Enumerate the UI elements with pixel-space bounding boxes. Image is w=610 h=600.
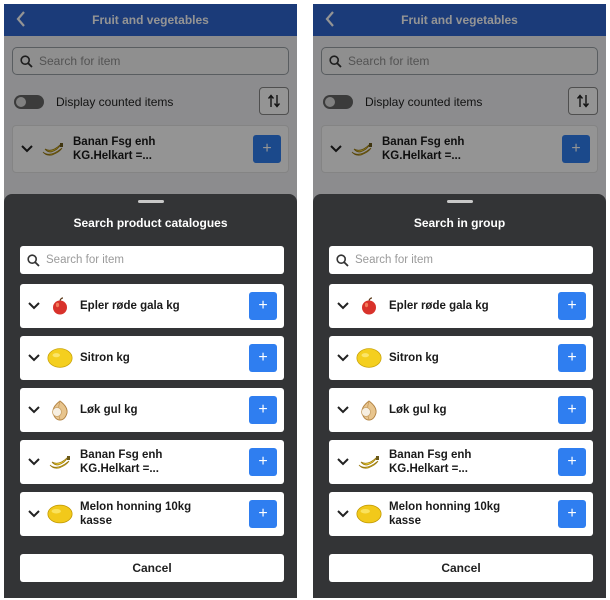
list-item[interactable]: Banan Fsg enh KG.Helkart =... + xyxy=(329,440,593,484)
add-button[interactable]: + xyxy=(558,500,586,528)
chevron-down-icon[interactable] xyxy=(335,350,351,366)
chevron-down-icon[interactable] xyxy=(26,454,42,470)
chevron-down-icon[interactable] xyxy=(335,454,351,470)
list-item[interactable]: Løk gul kg + xyxy=(20,388,284,432)
sheet-title: Search product catalogues xyxy=(73,216,228,230)
onion-icon xyxy=(355,396,383,424)
product-name: Melon honning 10kg kasse xyxy=(80,501,192,527)
search-icon xyxy=(20,253,46,267)
add-button[interactable]: + xyxy=(249,448,277,476)
add-button[interactable]: + xyxy=(558,396,586,424)
onion-icon xyxy=(46,396,74,424)
lemon-icon xyxy=(46,344,74,372)
list-item[interactable]: Melon honning 10kg kasse + xyxy=(20,492,284,536)
list-item[interactable]: Sitron kg + xyxy=(329,336,593,380)
product-name: Epler røde gala kg xyxy=(80,300,180,312)
product-name: Banan Fsg enh KG.Helkart =... xyxy=(389,449,472,475)
cancel-button[interactable]: Cancel xyxy=(20,554,284,582)
plus-icon: + xyxy=(258,505,268,522)
melon-icon xyxy=(355,500,383,528)
bottom-sheet: Search product catalogues Search for ite… xyxy=(4,194,297,598)
plus-icon: + xyxy=(258,401,268,418)
product-name: Sitron kg xyxy=(389,352,439,364)
list-item[interactable]: Banan Fsg enh KG.Helkart =... + xyxy=(20,440,284,484)
chevron-down-icon[interactable] xyxy=(335,298,351,314)
phone-screen-left: Fruit and vegetables Search for item Dis… xyxy=(4,4,297,598)
product-name: Løk gul kg xyxy=(389,404,447,416)
sheet-search-input[interactable]: Search for item xyxy=(329,246,593,274)
apple-icon xyxy=(355,292,383,320)
add-button[interactable]: + xyxy=(249,396,277,424)
chevron-down-icon[interactable] xyxy=(26,298,42,314)
sheet-search-placeholder: Search for item xyxy=(355,254,433,266)
product-name: Epler røde gala kg xyxy=(389,300,489,312)
banana-icon xyxy=(46,448,74,476)
bottom-sheet: Search in group Search for item Epler rø… xyxy=(313,194,606,598)
phone-screen-right: Fruit and vegetables Search for item Dis… xyxy=(313,4,606,598)
plus-icon: + xyxy=(258,453,268,470)
sheet-title: Search in group xyxy=(413,216,506,230)
search-icon xyxy=(329,253,355,267)
add-button[interactable]: + xyxy=(558,344,586,372)
add-button[interactable]: + xyxy=(249,292,277,320)
list-item[interactable]: Sitron kg + xyxy=(20,336,284,380)
sheet-search-input[interactable]: Search for item xyxy=(20,246,284,274)
cancel-button[interactable]: Cancel xyxy=(329,554,593,582)
plus-icon: + xyxy=(567,453,577,470)
plus-icon: + xyxy=(567,297,577,314)
melon-icon xyxy=(46,500,74,528)
product-name: Sitron kg xyxy=(80,352,130,364)
plus-icon: + xyxy=(258,297,268,314)
list-item[interactable]: Melon honning 10kg kasse + xyxy=(329,492,593,536)
list-item[interactable]: Epler røde gala kg + xyxy=(20,284,284,328)
plus-icon: + xyxy=(567,349,577,366)
sheet-drag-handle[interactable] xyxy=(446,200,473,203)
add-button[interactable]: + xyxy=(249,500,277,528)
add-button[interactable]: + xyxy=(558,448,586,476)
product-name: Banan Fsg enh KG.Helkart =... xyxy=(80,449,163,475)
add-button[interactable]: + xyxy=(558,292,586,320)
chevron-down-icon[interactable] xyxy=(335,402,351,418)
sheet-search-placeholder: Search for item xyxy=(46,254,124,266)
plus-icon: + xyxy=(258,349,268,366)
chevron-down-icon[interactable] xyxy=(26,402,42,418)
list-item[interactable]: Epler røde gala kg + xyxy=(329,284,593,328)
chevron-down-icon[interactable] xyxy=(335,506,351,522)
plus-icon: + xyxy=(567,401,577,418)
product-name: Melon honning 10kg kasse xyxy=(389,501,501,527)
list-item[interactable]: Løk gul kg + xyxy=(329,388,593,432)
sheet-drag-handle[interactable] xyxy=(137,200,164,203)
banana-icon xyxy=(355,448,383,476)
product-name: Løk gul kg xyxy=(80,404,138,416)
chevron-down-icon[interactable] xyxy=(26,506,42,522)
plus-icon: + xyxy=(567,505,577,522)
add-button[interactable]: + xyxy=(249,344,277,372)
lemon-icon xyxy=(355,344,383,372)
chevron-down-icon[interactable] xyxy=(26,350,42,366)
apple-icon xyxy=(46,292,74,320)
